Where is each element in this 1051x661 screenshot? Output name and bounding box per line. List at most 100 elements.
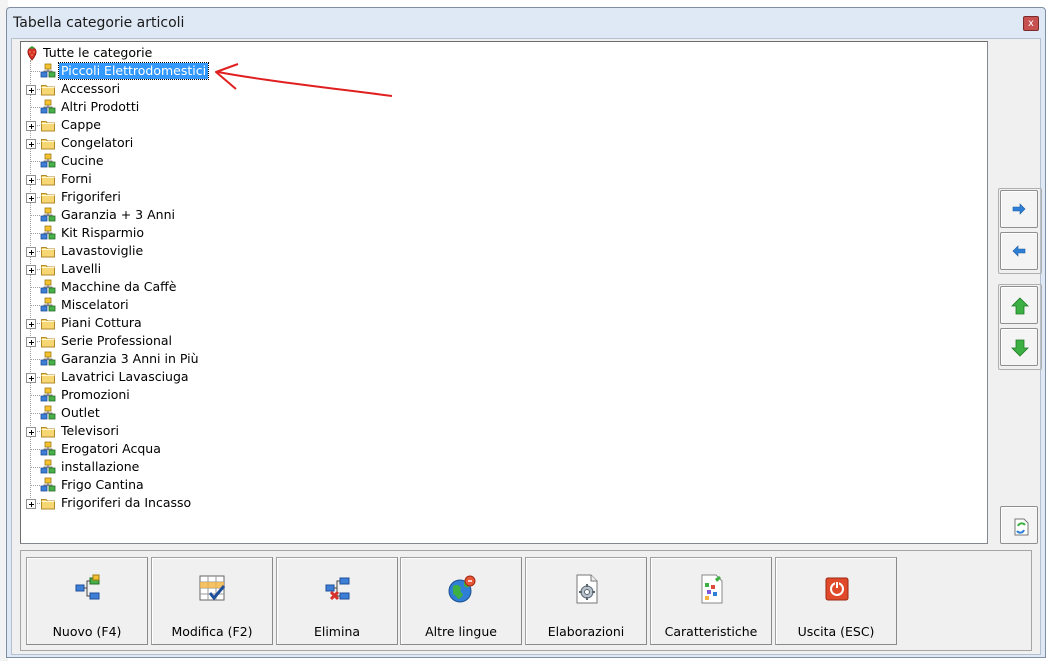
- edit-button[interactable]: Modifica (F2): [151, 557, 273, 645]
- new-button[interactable]: Nuovo (F4): [26, 557, 148, 645]
- move-left-button[interactable]: [1000, 232, 1038, 270]
- languages-button[interactable]: Altre lingue: [400, 557, 522, 645]
- processing-button-label: Elaborazioni: [547, 624, 625, 639]
- bottom-toolbar: Nuovo (F4) Modifica (F2) Elimina Altre ling…: [20, 550, 1032, 651]
- tree-folder-item[interactable]: Piani Cottura: [21, 314, 321, 332]
- tree-branch-line: [31, 449, 40, 450]
- category-node-icon: [40, 477, 56, 493]
- tree-item-label: Kit Risparmio: [61, 225, 145, 240]
- folder-icon: [40, 243, 56, 259]
- tree-folder-item[interactable]: Congelatori: [21, 134, 321, 152]
- gear-document-icon: [571, 573, 603, 605]
- folder-icon: [40, 495, 56, 511]
- tree-item-label: Altri Prodotti: [61, 99, 140, 114]
- folder-icon: [40, 369, 56, 385]
- expand-icon[interactable]: [26, 319, 36, 329]
- expand-icon[interactable]: [26, 373, 36, 383]
- tree-folder-item[interactable]: Cappe: [21, 116, 321, 134]
- power-icon: [821, 573, 853, 605]
- tree-folder-item[interactable]: Lavatrici Lavasciuga: [21, 368, 321, 386]
- category-node-icon: [40, 297, 56, 313]
- tree-branch-line: [31, 215, 40, 216]
- tree-item-label: Lavelli: [61, 261, 102, 276]
- tree-leaf-item[interactable]: Promozioni: [21, 386, 321, 404]
- tree-folder-item[interactable]: Frigoriferi da Incasso: [21, 494, 321, 512]
- tree-leaf-item[interactable]: Frigo Cantina: [21, 476, 321, 494]
- folder-icon: [40, 261, 56, 277]
- languages-button-label: Altre lingue: [425, 624, 497, 639]
- tree-leaf-item[interactable]: Garanzia 3 Anni in Più: [21, 350, 321, 368]
- expand-icon[interactable]: [26, 265, 36, 275]
- expand-icon[interactable]: [26, 85, 36, 95]
- tree-item-label: Macchine da Caffè: [61, 279, 177, 294]
- tree-item-label: Promozioni: [61, 387, 130, 402]
- title-bar: Tabella categorie articoli x: [7, 8, 1045, 38]
- folder-icon: [40, 135, 56, 151]
- features-button[interactable]: Caratteristiche: [650, 557, 772, 645]
- tree-item-label: Garanzia + 3 Anni: [61, 207, 175, 222]
- expand-icon[interactable]: [26, 247, 36, 257]
- category-tree[interactable]: Tutte le categorie Piccoli Elettrodomesti…: [20, 41, 988, 544]
- new-button-label: Nuovo (F4): [52, 624, 122, 639]
- globe-icon: [446, 573, 478, 605]
- tree-leaf-item[interactable]: installazione: [21, 458, 321, 476]
- move-right-button[interactable]: [1000, 190, 1038, 228]
- tree-leaf-item[interactable]: Outlet: [21, 404, 321, 422]
- expand-icon[interactable]: [26, 427, 36, 437]
- expand-icon[interactable]: [26, 121, 36, 131]
- strawberry-icon: [24, 45, 40, 61]
- folder-icon: [40, 423, 56, 439]
- exit-button[interactable]: Uscita (ESC): [775, 557, 897, 645]
- delete-button-label: Elimina: [313, 624, 361, 639]
- folder-icon: [40, 315, 56, 331]
- tree-folder-item[interactable]: Televisori: [21, 422, 321, 440]
- move-up-button[interactable]: [1000, 286, 1038, 324]
- window-title: Tabella categorie articoli: [13, 15, 185, 31]
- tree-root[interactable]: Tutte le categorie: [21, 44, 221, 62]
- tree-folder-item[interactable]: Forni: [21, 170, 321, 188]
- tree-item-label: Garanzia 3 Anni in Più: [61, 351, 199, 366]
- tree-leaf-item[interactable]: Garanzia + 3 Anni: [21, 206, 321, 224]
- tree-branch-line: [31, 71, 40, 72]
- tree-folder-item[interactable]: Lavelli: [21, 260, 321, 278]
- tree-leaf-item[interactable]: Macchine da Caffè: [21, 278, 321, 296]
- tree-item-label: Forni: [61, 171, 92, 186]
- tree-item-label: installazione: [61, 459, 140, 474]
- tree-item-label: Miscelatori: [61, 297, 129, 312]
- tree-item-label: Frigo Cantina: [61, 477, 144, 492]
- tree-item-label: Accessori: [61, 81, 121, 96]
- delete-button[interactable]: Elimina: [276, 557, 398, 645]
- tree-leaf-item[interactable]: Altri Prodotti: [21, 98, 321, 116]
- tree-folder-item[interactable]: Accessori: [21, 80, 321, 98]
- move-down-button[interactable]: [1000, 328, 1038, 366]
- refresh-button[interactable]: [1000, 506, 1038, 544]
- tree-item-label: Piccoli Elettrodomestici: [57, 62, 210, 80]
- expand-icon[interactable]: [26, 499, 36, 509]
- category-node-icon: [40, 63, 56, 79]
- tree-branch-line: [31, 107, 40, 108]
- expand-icon[interactable]: [26, 175, 36, 185]
- expand-icon[interactable]: [26, 193, 36, 203]
- tree-branch-line: [31, 287, 40, 288]
- tree-folder-item[interactable]: Serie Professional: [21, 332, 321, 350]
- tree-leaf-item[interactable]: Piccoli Elettrodomestici: [21, 62, 321, 80]
- folder-icon: [40, 171, 56, 187]
- tree-folder-item[interactable]: Lavastoviglie: [21, 242, 321, 260]
- delete-node-icon: [322, 573, 354, 605]
- tree-leaf-item[interactable]: Erogatori Acqua: [21, 440, 321, 458]
- tree-leaf-item[interactable]: Cucine: [21, 152, 321, 170]
- category-node-icon: [40, 99, 56, 115]
- tree-branch-line: [31, 467, 40, 468]
- category-node-icon: [40, 153, 56, 169]
- category-node-icon: [40, 207, 56, 223]
- features-button-label: Caratteristiche: [664, 624, 758, 639]
- tree-leaf-item[interactable]: Kit Risparmio: [21, 224, 321, 242]
- tree-branch-line: [31, 485, 40, 486]
- close-button[interactable]: x: [1023, 16, 1039, 31]
- processing-button[interactable]: Elaborazioni: [525, 557, 647, 645]
- dialog-content: Tutte le categorie Piccoli Elettrodomesti…: [11, 38, 1042, 655]
- tree-leaf-item[interactable]: Miscelatori: [21, 296, 321, 314]
- expand-icon[interactable]: [26, 337, 36, 347]
- expand-icon[interactable]: [26, 139, 36, 149]
- tree-folder-item[interactable]: Frigoriferi: [21, 188, 321, 206]
